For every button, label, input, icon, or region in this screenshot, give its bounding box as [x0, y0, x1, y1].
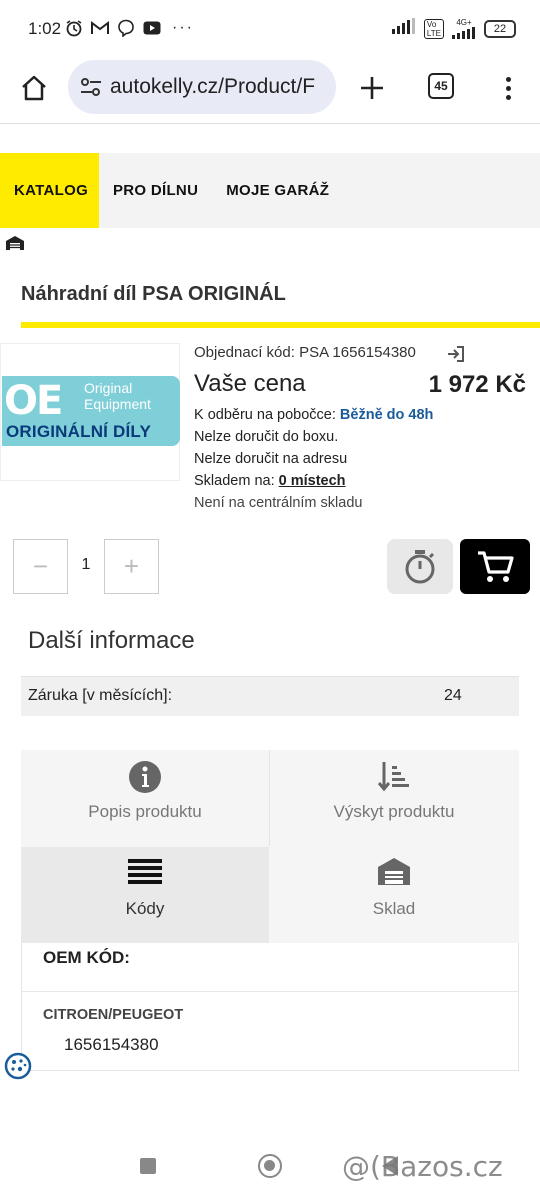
more-notifications-icon: ··· — [172, 19, 194, 36]
warehouse-icon[interactable] — [5, 235, 25, 251]
stock-info: Skladem na: 0 místech — [194, 470, 530, 492]
battery-icon: 22 — [484, 19, 516, 38]
recent-apps-button[interactable] — [140, 1158, 156, 1174]
oem-code: 1656154380 — [64, 1035, 159, 1054]
no-address-info: Nelze doručit na adresu — [194, 451, 348, 467]
product-info: Objednací kód: PSA 1656154380 Vaše cena … — [194, 344, 530, 514]
add-to-cart-button[interactable] — [460, 539, 530, 594]
stock-link[interactable]: 0 místech — [279, 473, 346, 489]
site-nav: KATALOG PRO DÍLNU MOJE GARÁŽ — [0, 153, 540, 228]
home-icon — [22, 75, 46, 101]
cookie-icon — [4, 1052, 32, 1080]
warranty-label: Záruka [v měsících]: — [28, 687, 173, 704]
tab-label: Výskyt produktu — [333, 802, 455, 821]
cart-icon — [478, 550, 514, 582]
tab-kody[interactable]: Kódy — [21, 847, 269, 943]
oem-heading: OEM KÓD: — [43, 948, 130, 967]
alarm-icon — [64, 18, 84, 38]
oem-codes-panel: OEM KÓD: CITROEN/PEUGEOT 1656154380 — [21, 943, 519, 1071]
no-box-info: Nelze doručit do boxu. — [194, 429, 339, 445]
volte-icon: Vo LTE — [423, 18, 444, 39]
cookie-settings-button[interactable] — [3, 1051, 33, 1081]
divider — [22, 991, 518, 992]
pickup-label: K odběru na pobočce: — [194, 407, 336, 423]
more-info-heading: Další informace — [28, 627, 195, 654]
oem-brand: CITROEN/PEUGEOT — [43, 1007, 184, 1023]
tab-label: Popis produktu — [88, 802, 202, 821]
tab-popis-produktu[interactable]: Popis produktu — [21, 750, 269, 846]
site-settings-icon[interactable] — [80, 77, 102, 97]
central-stock-info: Není na centrálním skladu — [194, 495, 363, 511]
home-button[interactable] — [14, 68, 54, 108]
tab-sklad[interactable]: Sklad — [270, 847, 518, 943]
oe-logo-line2: Equipment — [84, 396, 151, 412]
nav-pro-dilnu[interactable]: PRO DÍLNU — [99, 153, 212, 228]
browser-menu-button[interactable] — [496, 68, 520, 108]
sort-list-icon — [377, 762, 409, 792]
oe-logo-caption: ORIGINÁLNÍ DÍLY — [6, 422, 151, 441]
oe-logo-line1: Original — [84, 380, 133, 396]
oe-logo-letters: OE — [4, 378, 63, 424]
product-image[interactable]: OE Original Equipment ORIGINÁLNÍ DÍLY — [0, 343, 180, 481]
nav-katalog[interactable]: KATALOG — [0, 153, 99, 228]
info-icon — [129, 761, 161, 793]
clock: 1:02 — [28, 19, 62, 38]
stopwatch-icon — [405, 549, 435, 583]
nav-moje-garaz[interactable]: MOJE GARÁŽ — [212, 153, 343, 228]
pickup-info: K odběru na pobočce: Běžně do 48h — [194, 404, 530, 426]
youtube-icon — [142, 18, 162, 38]
page-title: Náhradní díl PSA ORIGINÁL — [21, 283, 286, 305]
new-tab-button[interactable] — [352, 68, 392, 108]
stock-label: Skladem na: — [194, 473, 275, 489]
pickup-value: Běžně do 48h — [339, 407, 434, 423]
quantity-value[interactable]: 1 — [68, 556, 104, 574]
url-text: autokelly.cz/Product/F — [110, 75, 316, 98]
watchdog-button[interactable] — [387, 539, 453, 594]
network-icon: 4G+ — [452, 17, 476, 39]
plus-icon — [361, 77, 383, 99]
warranty-row: Záruka [v měsících]: 24 — [21, 676, 519, 716]
status-bar: 1:02 ··· Vo LTE 4G+ 22 — [0, 0, 540, 58]
address-bar[interactable]: autokelly.cz/Product/F — [68, 60, 336, 114]
title-underline — [21, 322, 540, 328]
price-label: Vaše cena — [194, 370, 306, 397]
watermark: @(Bazos.cz — [342, 1150, 503, 1183]
network-type: 4G+ — [456, 17, 472, 27]
notification-icons: ··· — [64, 18, 198, 38]
tab-label: Sklad — [372, 899, 416, 918]
tab-vyskyt-produktu[interactable]: Výskyt produktu — [270, 750, 518, 846]
list-icon — [128, 859, 162, 884]
warehouse-icon — [378, 858, 410, 885]
order-code: Objednací kód: PSA 1656154380 — [194, 344, 416, 361]
browser-toolbar: autokelly.cz/Product/F 45 — [0, 58, 540, 124]
tab-label: Kódy — [125, 899, 165, 918]
viber-icon — [116, 18, 136, 38]
oe-logo: OE Original Equipment ORIGINÁLNÍ DÍLY — [2, 376, 180, 446]
product-tabs: Popis produktu Výskyt produktu Kódy Skla… — [21, 750, 519, 943]
warranty-value: 24 — [444, 687, 462, 704]
signal-icon — [391, 18, 416, 39]
quantity-plus-button[interactable]: + — [104, 539, 159, 594]
quantity-minus-button[interactable]: − — [13, 539, 68, 594]
gmail-icon — [90, 18, 110, 38]
android-home-button[interactable] — [258, 1154, 282, 1178]
login-icon[interactable] — [446, 344, 466, 364]
price-value: 1 972 Kč — [428, 371, 526, 398]
tab-switcher-button[interactable]: 45 — [428, 73, 454, 99]
